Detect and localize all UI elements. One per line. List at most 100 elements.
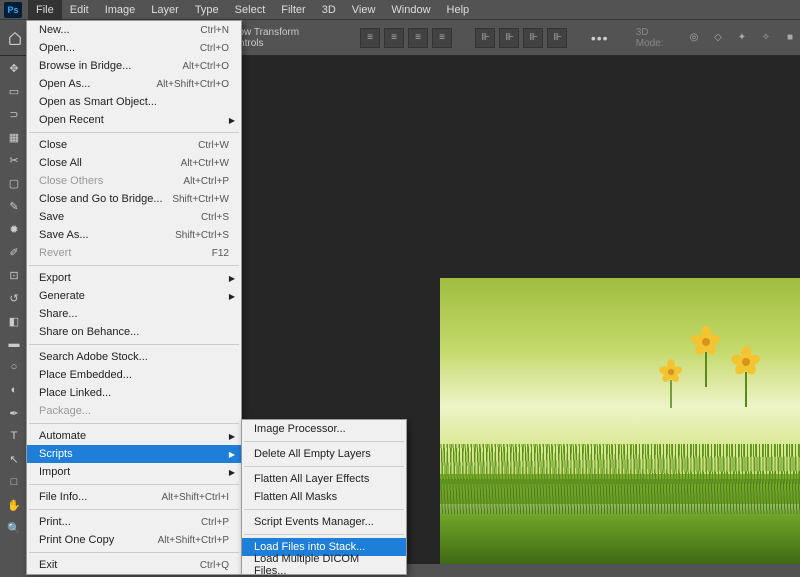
pen-tool[interactable]: ✒ (3, 403, 25, 423)
menu-item-shortcut: Alt+Ctrl+W (181, 158, 229, 169)
menu-item-shortcut: Shift+Ctrl+S (175, 230, 229, 241)
file-menu-close-all[interactable]: Close AllAlt+Ctrl+W (27, 154, 241, 172)
file-menu-print-one-copy[interactable]: Print One CopyAlt+Shift+Ctrl+P (27, 531, 241, 549)
document-image (440, 278, 800, 564)
file-menu-open-recent[interactable]: Open Recent▶ (27, 111, 241, 129)
zoom-tool[interactable]: 🔍 (3, 518, 25, 538)
home-icon[interactable] (6, 28, 25, 48)
menu-item-shortcut: Ctrl+S (201, 212, 229, 223)
file-menu-save[interactable]: SaveCtrl+S (27, 208, 241, 226)
menu-layer[interactable]: Layer (143, 0, 187, 20)
menu-view[interactable]: View (344, 0, 384, 20)
menu-item-label: Browse in Bridge... (39, 60, 182, 72)
file-menu-generate[interactable]: Generate▶ (27, 287, 241, 305)
file-menu-open-as[interactable]: Open As...Alt+Shift+Ctrl+O (27, 75, 241, 93)
file-menu-browse-in-bridge[interactable]: Browse in Bridge...Alt+Ctrl+O (27, 57, 241, 75)
marquee-tool[interactable]: ▭ (3, 81, 25, 101)
blur-tool[interactable]: ○ (3, 357, 25, 377)
file-menu-open[interactable]: Open...Ctrl+O (27, 39, 241, 57)
menu-3d[interactable]: 3D (314, 0, 344, 20)
eyedropper-tool[interactable]: ✎ (3, 196, 25, 216)
type-tool[interactable]: T (3, 426, 25, 446)
brush-tool[interactable]: ✐ (3, 242, 25, 262)
distribute-s-icon[interactable]: ⊪ (547, 28, 567, 48)
menu-item-label: Place Embedded... (39, 369, 229, 381)
menu-item-label: Print One Copy (39, 534, 158, 546)
crop-tool[interactable]: ✂ (3, 150, 25, 170)
history-brush-tool[interactable]: ↺ (3, 288, 25, 308)
distribute-h-icon[interactable]: ⊪ (475, 28, 495, 48)
align-center-icon[interactable]: ≡ (384, 28, 404, 48)
menu-select[interactable]: Select (227, 0, 274, 20)
3d-pan-icon[interactable]: ◇ (708, 28, 728, 48)
more-options-icon[interactable]: ••• (591, 30, 609, 46)
scripts-menu-delete-all-empty-layers[interactable]: Delete All Empty Layers (242, 445, 406, 463)
3d-camera-icon[interactable]: ■ (780, 28, 800, 48)
file-menu-import[interactable]: Import▶ (27, 463, 241, 481)
menu-edit[interactable]: Edit (62, 0, 97, 20)
submenu-arrow-icon: ▶ (229, 116, 235, 125)
menu-item-shortcut: Alt+Shift+Ctrl+P (158, 535, 229, 546)
menu-item-shortcut: Alt+Ctrl+O (182, 61, 229, 72)
hand-tool[interactable]: ✋ (3, 495, 25, 515)
menu-item-label: Image Processor... (254, 423, 394, 435)
scripts-menu-script-events-manager[interactable]: Script Events Manager... (242, 513, 406, 531)
file-menu-export[interactable]: Export▶ (27, 269, 241, 287)
file-menu-exit[interactable]: ExitCtrl+Q (27, 556, 241, 574)
menu-item-label: New... (39, 24, 200, 36)
3d-move-icon[interactable]: ✦ (732, 28, 752, 48)
file-menu-share-on-behance[interactable]: Share on Behance... (27, 323, 241, 341)
distribute-c-icon[interactable]: ⊪ (523, 28, 543, 48)
menu-help[interactable]: Help (439, 0, 478, 20)
menu-item-label: Load Multiple DICOM Files... (254, 553, 394, 577)
align-top-icon[interactable]: ≡ (432, 28, 452, 48)
scripts-menu-image-processor[interactable]: Image Processor... (242, 420, 406, 438)
file-menu-close[interactable]: CloseCtrl+W (27, 136, 241, 154)
file-menu-place-embedded[interactable]: Place Embedded... (27, 366, 241, 384)
lasso-tool[interactable]: ⊃ (3, 104, 25, 124)
move-tool[interactable]: ✥ (3, 58, 25, 78)
file-menu-scripts[interactable]: Scripts▶ (27, 445, 241, 463)
menu-filter[interactable]: Filter (273, 0, 313, 20)
file-menu-new[interactable]: New...Ctrl+N (27, 21, 241, 39)
file-menu-automate[interactable]: Automate▶ (27, 427, 241, 445)
submenu-arrow-icon: ▶ (229, 450, 235, 459)
file-menu-close-and-go-to-bridge[interactable]: Close and Go to Bridge...Shift+Ctrl+W (27, 190, 241, 208)
menu-item-label: Close All (39, 157, 181, 169)
eraser-tool[interactable]: ◧ (3, 311, 25, 331)
path-select-tool[interactable]: ↖ (3, 449, 25, 469)
file-menu-search-adobe-stock[interactable]: Search Adobe Stock... (27, 348, 241, 366)
distribute-v-icon[interactable]: ⊪ (499, 28, 519, 48)
menu-item-label: Save (39, 211, 201, 223)
dodge-tool[interactable]: ◐ (3, 380, 25, 400)
file-menu-share[interactable]: Share... (27, 305, 241, 323)
menu-item-label: Export (39, 272, 229, 284)
3d-orbit-icon[interactable]: ◎ (684, 28, 704, 48)
3d-scale-icon[interactable]: ✧ (756, 28, 776, 48)
spot-heal-tool[interactable]: ✹ (3, 219, 25, 239)
menu-item-label: Automate (39, 430, 229, 442)
file-menu-separator (29, 265, 239, 266)
menu-file[interactable]: File (28, 0, 62, 20)
file-menu-print[interactable]: Print...Ctrl+P (27, 513, 241, 531)
stamp-tool[interactable]: ⊡ (3, 265, 25, 285)
submenu-arrow-icon: ▶ (229, 292, 235, 301)
menu-window[interactable]: Window (383, 0, 438, 20)
align-left-icon[interactable]: ≡ (360, 28, 380, 48)
menu-image[interactable]: Image (97, 0, 144, 20)
menu-item-label: Exit (39, 559, 200, 571)
scripts-menu-flatten-all-layer-effects[interactable]: Flatten All Layer Effects (242, 470, 406, 488)
gradient-tool[interactable]: ▬ (3, 334, 25, 354)
file-menu-file-info[interactable]: File Info...Alt+Shift+Ctrl+I (27, 488, 241, 506)
menu-item-shortcut: Ctrl+P (201, 517, 229, 528)
object-select-tool[interactable]: ▦ (3, 127, 25, 147)
menu-type[interactable]: Type (187, 0, 227, 20)
file-menu-place-linked[interactable]: Place Linked... (27, 384, 241, 402)
scripts-menu-load-multiple-dicom-files[interactable]: Load Multiple DICOM Files... (242, 556, 406, 574)
file-menu-save-as[interactable]: Save As...Shift+Ctrl+S (27, 226, 241, 244)
align-right-icon[interactable]: ≡ (408, 28, 428, 48)
file-menu-open-as-smart-object[interactable]: Open as Smart Object... (27, 93, 241, 111)
frame-tool[interactable]: ▢ (3, 173, 25, 193)
scripts-menu-flatten-all-masks[interactable]: Flatten All Masks (242, 488, 406, 506)
rectangle-tool[interactable]: □ (3, 472, 25, 492)
